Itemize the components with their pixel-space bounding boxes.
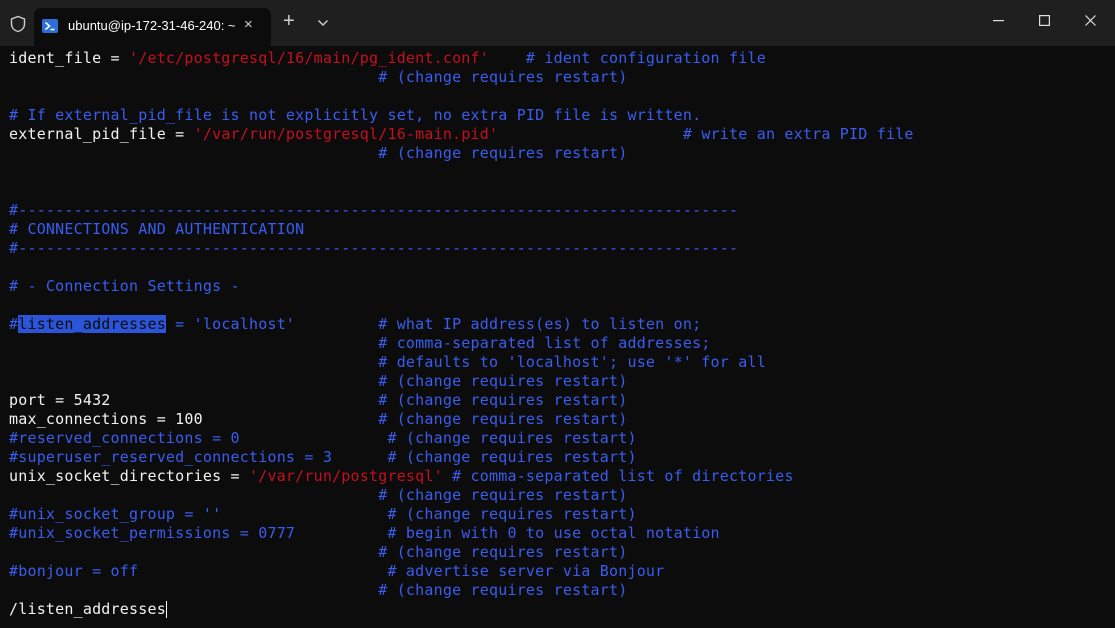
- terminal-line: unix_socket_directories = '/var/run/post…: [9, 467, 794, 486]
- minimize-icon[interactable]: [993, 20, 1004, 22]
- close-window-icon[interactable]: [1085, 15, 1096, 26]
- terminal-line: max_connections = 100 # (change requires…: [9, 410, 627, 429]
- terminal-line: # defaults to 'localhost'; use '*' for a…: [9, 353, 766, 371]
- terminal-line: #unix_socket_permissions = 0777 # begin …: [9, 524, 720, 542]
- terminal-line: #---------------------------------------…: [9, 201, 739, 219]
- terminal-line: # (change requires restart): [9, 144, 628, 162]
- text-cursor: [165, 601, 167, 618]
- shield-icon: [10, 15, 26, 33]
- terminal-line: port = 5432 # (change requires restart): [9, 391, 627, 410]
- terminal-line: #superuser_reserved_connections = 3 # (c…: [9, 448, 637, 466]
- config-key: ident_file =: [9, 49, 129, 67]
- config-comment: # (change requires restart): [202, 410, 628, 428]
- config-comment: # ident configuration file: [489, 49, 766, 67]
- config-key: unix_socket_directories =: [9, 467, 249, 485]
- terminal-line: #unix_socket_group = '' # (change requir…: [9, 505, 637, 523]
- terminal-line: # comma-separated list of addresses;: [9, 334, 711, 352]
- chevron-down-icon[interactable]: [317, 19, 329, 27]
- config-string: '/etc/postgresql/16/main/pg_ident.conf': [129, 49, 489, 67]
- config-comment: # comma-separated list of directories: [442, 467, 794, 485]
- config-comment: # write an extra PID file: [498, 125, 914, 143]
- close-tab-button[interactable]: ×: [244, 16, 253, 33]
- terminal-line: # (change requires restart): [9, 543, 628, 561]
- config-comment: # (change requires restart): [110, 391, 628, 409]
- terminal-line: #---------------------------------------…: [9, 239, 739, 257]
- terminal-line: # (change requires restart): [9, 486, 628, 504]
- title-bar: ubuntu@ip-172-31-46-240: ~ × +: [0, 0, 1115, 46]
- terminal-line: # If external_pid_file is not explicitly…: [9, 106, 702, 124]
- terminal-line: #reserved_connections = 0 # (change requ…: [9, 429, 637, 447]
- search-input[interactable]: /listen_addresses: [9, 600, 166, 618]
- terminal-line: external_pid_file = '/var/run/postgresql…: [9, 125, 914, 144]
- config-key: external_pid_file =: [9, 125, 194, 143]
- maximize-icon[interactable]: [1039, 15, 1050, 26]
- terminal-line: # (change requires restart): [9, 372, 628, 390]
- terminal-line: #bonjour = off # advertise server via Bo…: [9, 562, 665, 580]
- new-tab-button[interactable]: +: [283, 10, 295, 33]
- terminal-line: # (change requires restart): [9, 581, 628, 599]
- comment-hash: #: [9, 315, 19, 333]
- config-string: '/var/run/postgresql': [249, 467, 443, 485]
- tab-title: ubuntu@ip-172-31-46-240: ~: [68, 18, 236, 33]
- search-prompt[interactable]: /listen_addresses: [9, 600, 167, 619]
- config-key: port = 5432: [9, 391, 111, 409]
- terminal-line: # (change requires restart): [9, 68, 628, 86]
- search-match-highlight: listen_addresses: [18, 315, 166, 333]
- config-key: max_connections = 100: [9, 410, 203, 428]
- tab-terminal[interactable]: ubuntu@ip-172-31-46-240: ~ ×: [34, 8, 271, 46]
- terminal-line: #listen_addresses = 'localhost' # what I…: [9, 315, 701, 334]
- terminal-line: ident_file = '/etc/postgresql/16/main/pg…: [9, 49, 766, 68]
- section-heading: # CONNECTIONS AND AUTHENTICATION: [9, 220, 305, 238]
- terminal-output[interactable]: ident_file = '/etc/postgresql/16/main/pg…: [0, 46, 1115, 628]
- config-comment: = 'localhost' # what IP address(es) to l…: [165, 315, 702, 333]
- subsection-heading: # - Connection Settings -: [9, 277, 240, 295]
- config-string: '/var/run/postgresql/16-main.pid': [193, 125, 499, 143]
- powershell-icon: [42, 19, 58, 33]
